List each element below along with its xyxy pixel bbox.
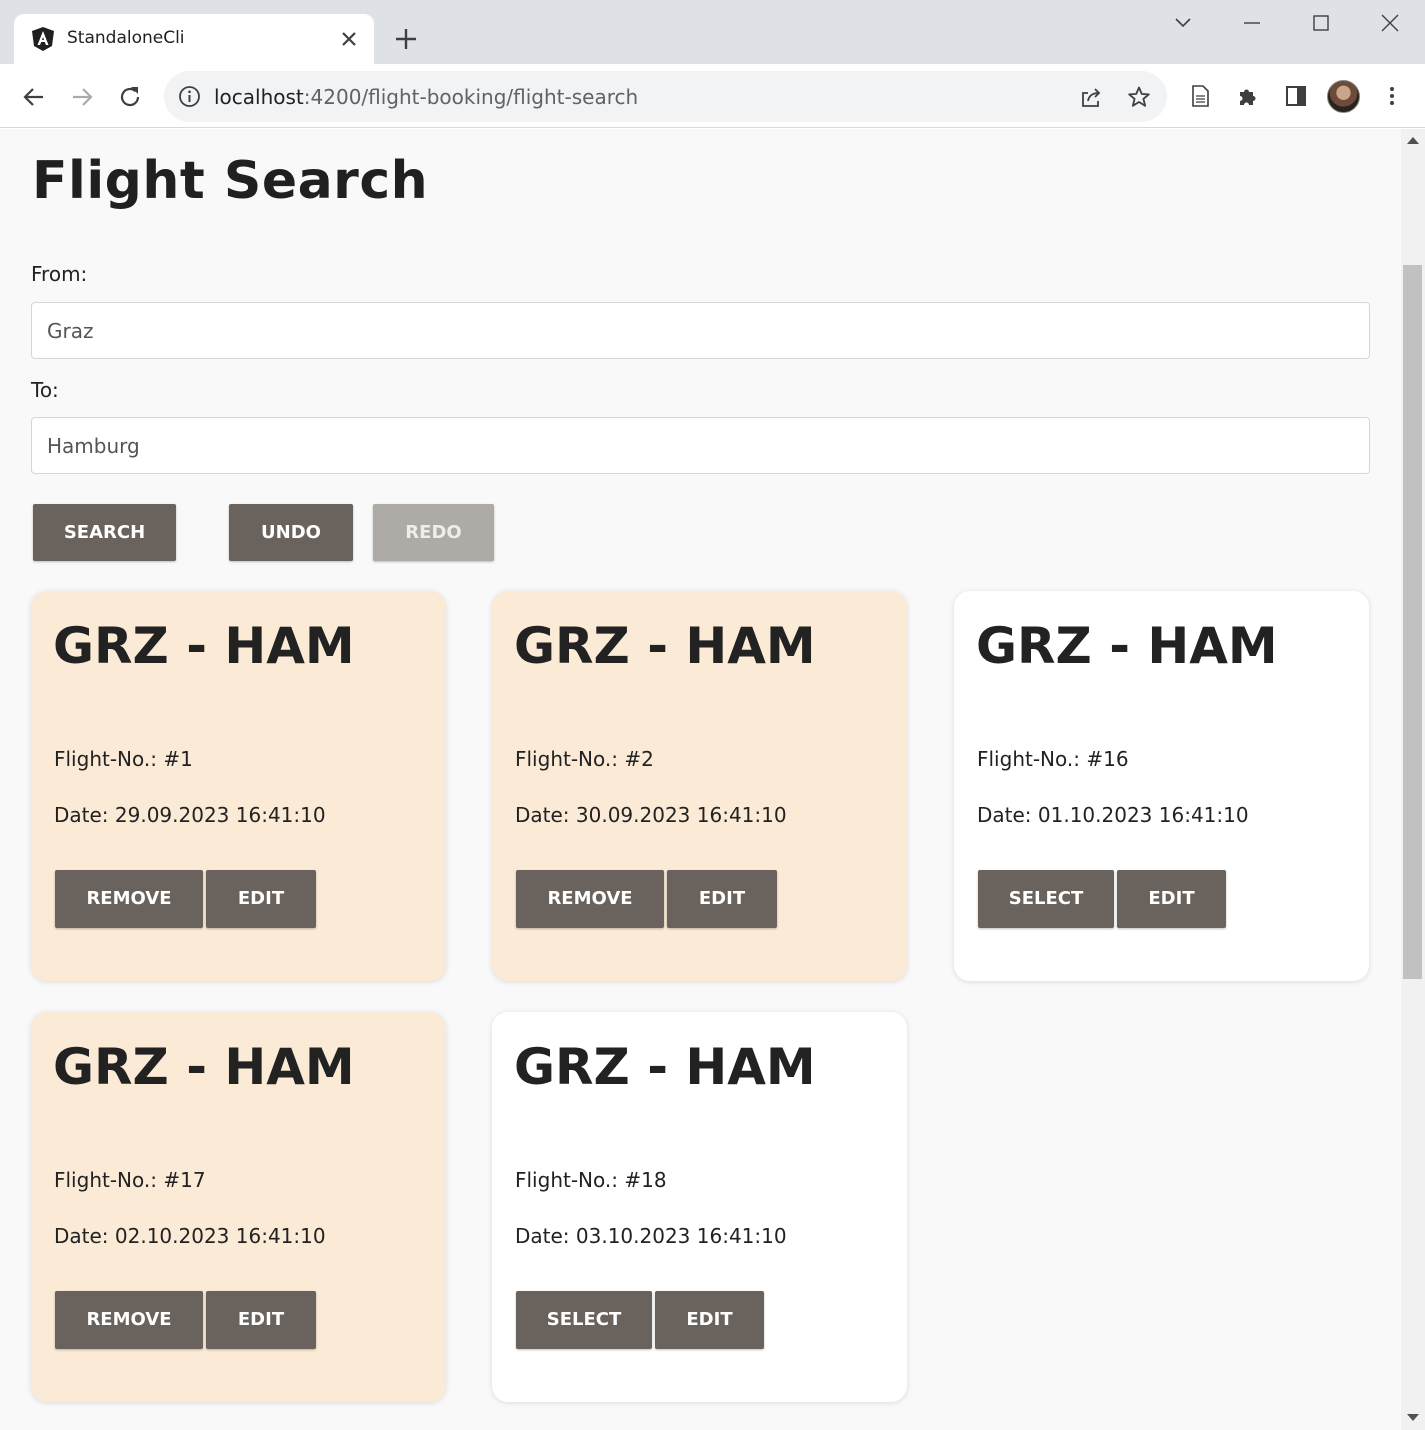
scrollbar-thumb[interactable] bbox=[1403, 265, 1422, 979]
share-icon[interactable] bbox=[1079, 85, 1103, 109]
page-title: Flight Search bbox=[32, 151, 429, 211]
flight-number: Flight-No.: #2 bbox=[515, 747, 654, 771]
flight-card: GRZ - HAM Flight-No.: #16 Date: 01.10.20… bbox=[954, 591, 1369, 981]
undo-button[interactable]: UNDO bbox=[229, 504, 353, 561]
window-close-icon[interactable] bbox=[1379, 12, 1401, 34]
address-bar[interactable]: localhost:4200/flight-booking/flight-sea… bbox=[164, 71, 1167, 122]
url-path: :4200/flight-booking/flight-search bbox=[303, 85, 639, 109]
edit-button[interactable]: EDIT bbox=[206, 1291, 316, 1349]
edit-button[interactable]: EDIT bbox=[655, 1291, 764, 1349]
tab-title: StandaloneCli bbox=[67, 28, 185, 48]
flight-card: GRZ - HAM Flight-No.: #2 Date: 30.09.202… bbox=[492, 591, 907, 981]
remove-button[interactable]: REMOVE bbox=[516, 870, 664, 928]
chevron-down-icon[interactable] bbox=[1172, 12, 1194, 34]
to-label: To: bbox=[31, 378, 59, 402]
url-text[interactable]: localhost:4200/flight-booking/flight-sea… bbox=[214, 85, 638, 109]
maximize-icon[interactable] bbox=[1310, 12, 1332, 34]
edit-button[interactable]: EDIT bbox=[667, 870, 777, 928]
forward-arrow-icon[interactable] bbox=[69, 84, 95, 110]
angular-icon bbox=[32, 27, 54, 51]
to-input[interactable] bbox=[31, 417, 1370, 474]
flight-date: Date: 29.09.2023 16:41:10 bbox=[54, 803, 326, 827]
new-tab-icon[interactable] bbox=[394, 27, 418, 51]
edit-button[interactable]: EDIT bbox=[206, 870, 316, 928]
url-host: localhost bbox=[214, 85, 304, 109]
flight-date: Date: 30.09.2023 16:41:10 bbox=[515, 803, 787, 827]
flight-date: Date: 02.10.2023 16:41:10 bbox=[54, 1224, 326, 1248]
tab-strip: StandaloneCli bbox=[0, 0, 1425, 64]
kebab-menu-icon[interactable] bbox=[1380, 84, 1404, 108]
flight-number: Flight-No.: #17 bbox=[54, 1168, 206, 1192]
edit-button[interactable]: EDIT bbox=[1117, 870, 1226, 928]
scroll-up-arrow-icon[interactable] bbox=[1407, 137, 1419, 144]
remove-button[interactable]: REMOVE bbox=[55, 870, 203, 928]
browser-tab[interactable]: StandaloneCli bbox=[14, 14, 374, 64]
select-button[interactable]: SELECT bbox=[978, 870, 1114, 928]
flight-date: Date: 01.10.2023 16:41:10 bbox=[977, 803, 1249, 827]
from-input[interactable] bbox=[31, 302, 1370, 359]
extensions-icon[interactable] bbox=[1236, 84, 1260, 108]
star-icon[interactable] bbox=[1127, 85, 1151, 109]
profile-avatar[interactable] bbox=[1327, 80, 1360, 113]
side-panel-icon[interactable] bbox=[1284, 84, 1308, 108]
scroll-down-arrow-icon[interactable] bbox=[1407, 1414, 1419, 1421]
flight-number: Flight-No.: #16 bbox=[977, 747, 1129, 771]
flight-card: GRZ - HAM Flight-No.: #18 Date: 03.10.20… bbox=[492, 1012, 907, 1402]
flight-route: GRZ - HAM bbox=[53, 1038, 355, 1096]
flight-number: Flight-No.: #18 bbox=[515, 1168, 667, 1192]
flight-card: GRZ - HAM Flight-No.: #1 Date: 29.09.202… bbox=[31, 591, 446, 981]
from-label: From: bbox=[31, 262, 88, 286]
flight-card: GRZ - HAM Flight-No.: #17 Date: 02.10.20… bbox=[31, 1012, 446, 1402]
remove-button[interactable]: REMOVE bbox=[55, 1291, 203, 1349]
flight-route: GRZ - HAM bbox=[976, 617, 1278, 675]
redo-button: REDO bbox=[373, 504, 494, 561]
back-arrow-icon[interactable] bbox=[21, 84, 47, 110]
minimize-icon[interactable] bbox=[1241, 12, 1263, 34]
select-button[interactable]: SELECT bbox=[516, 1291, 652, 1349]
reload-icon[interactable] bbox=[117, 84, 143, 110]
flight-route: GRZ - HAM bbox=[514, 1038, 816, 1096]
close-icon[interactable] bbox=[340, 30, 358, 48]
flight-number: Flight-No.: #1 bbox=[54, 747, 193, 771]
page-viewport: Flight Search From: To: SEARCH UNDO REDO… bbox=[0, 129, 1425, 1430]
document-icon[interactable] bbox=[1188, 84, 1212, 108]
browser-toolbar: localhost:4200/flight-booking/flight-sea… bbox=[0, 64, 1425, 128]
search-button[interactable]: SEARCH bbox=[33, 504, 176, 561]
flight-date: Date: 03.10.2023 16:41:10 bbox=[515, 1224, 787, 1248]
info-icon[interactable] bbox=[178, 85, 201, 108]
flight-route: GRZ - HAM bbox=[53, 617, 355, 675]
flight-route: GRZ - HAM bbox=[514, 617, 816, 675]
